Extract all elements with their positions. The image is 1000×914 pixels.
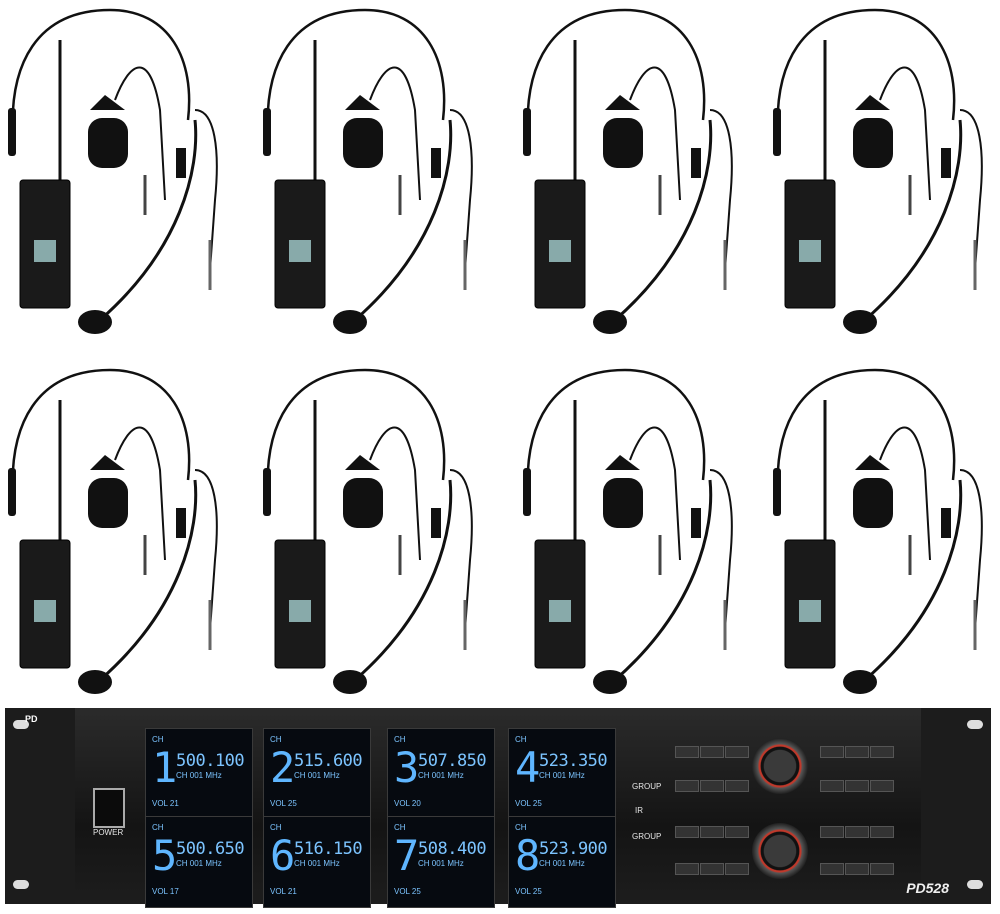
control-button[interactable] xyxy=(870,780,894,792)
channel-display: CH 6 516.150 CH 001 MHz VOL 21 xyxy=(263,816,371,908)
rack-ear-right xyxy=(921,708,991,904)
control-button[interactable] xyxy=(820,826,844,838)
channel-frequency: 516.150 xyxy=(294,839,363,859)
channel-volume: VOL 25 xyxy=(270,799,297,808)
channel-frequency: 500.100 xyxy=(176,751,245,771)
screw xyxy=(13,880,29,889)
rack-ear-left xyxy=(5,708,75,904)
channel-number: 5 xyxy=(152,831,178,880)
brand-logo: PD xyxy=(25,714,38,724)
control-button[interactable] xyxy=(725,780,749,792)
volume-knob-bottom[interactable] xyxy=(752,823,808,879)
channel-volume: VOL 25 xyxy=(394,887,421,896)
channel-display: CH 5 500.650 CH 001 MHz VOL 17 xyxy=(145,816,253,908)
channel-volume: VOL 25 xyxy=(515,887,542,896)
control-button[interactable] xyxy=(700,863,724,875)
channel-display: CH 7 508.400 CH 001 MHz VOL 25 xyxy=(387,816,495,908)
mic-kit-drawing xyxy=(8,368,218,694)
channel-number: 2 xyxy=(270,743,296,792)
channel-frequency: 515.600 xyxy=(294,751,363,771)
model-label: PD528 xyxy=(906,880,949,896)
control-button[interactable] xyxy=(870,826,894,838)
channel-display: CH 3 507.850 CH 001 MHz VOL 20 xyxy=(387,728,495,820)
control-button[interactable] xyxy=(675,746,699,758)
control-button[interactable] xyxy=(700,826,724,838)
mic-kit-drawing xyxy=(773,8,983,334)
channel-volume: VOL 21 xyxy=(270,887,297,896)
control-button[interactable] xyxy=(675,863,699,875)
channel-number: 6 xyxy=(270,831,296,880)
group-label: GROUP xyxy=(632,832,662,841)
channel-volume: VOL 25 xyxy=(515,799,542,808)
ir-label: IR xyxy=(635,806,643,815)
mic-kit-drawing xyxy=(523,8,733,334)
channel-frequency: 508.400 xyxy=(418,839,487,859)
mic-kit xyxy=(0,0,250,345)
mic-kit xyxy=(0,360,250,705)
channel-frequency: 523.900 xyxy=(539,839,608,859)
display-sub-label: CH 001 MHz xyxy=(176,859,222,868)
control-button[interactable] xyxy=(845,826,869,838)
screw xyxy=(967,720,983,729)
mic-kit xyxy=(255,360,505,705)
display-sub-label: CH 001 MHz xyxy=(294,771,340,780)
power-label: POWER xyxy=(93,828,124,837)
control-button[interactable] xyxy=(845,746,869,758)
display-sub-label: CH 001 MHz xyxy=(294,859,340,868)
mic-kit xyxy=(515,0,765,345)
channel-display: CH 1 500.100 CH 001 MHz VOL 21 xyxy=(145,728,253,820)
channel-volume: VOL 17 xyxy=(152,887,179,896)
mic-kit-drawing xyxy=(263,8,473,334)
channel-display: CH 8 523.900 CH 001 MHz VOL 25 xyxy=(508,816,616,908)
mic-kit-drawing xyxy=(263,368,473,694)
display-sub-label: CH 001 MHz xyxy=(418,859,464,868)
control-button[interactable] xyxy=(845,863,869,875)
control-button[interactable] xyxy=(675,826,699,838)
control-button[interactable] xyxy=(820,863,844,875)
mic-kit xyxy=(255,0,505,345)
control-button[interactable] xyxy=(725,863,749,875)
channel-frequency: 500.650 xyxy=(176,839,245,859)
control-button[interactable] xyxy=(725,746,749,758)
power-switch[interactable] xyxy=(93,788,125,828)
channel-frequency: 507.850 xyxy=(418,751,487,771)
mic-kit-drawing xyxy=(8,8,218,334)
control-button[interactable] xyxy=(700,780,724,792)
control-button[interactable] xyxy=(820,780,844,792)
mic-kit-drawing xyxy=(773,368,983,694)
display-sub-label: CH 001 MHz xyxy=(176,771,222,780)
channel-number: 7 xyxy=(394,831,420,880)
control-button[interactable] xyxy=(845,780,869,792)
channel-volume: VOL 20 xyxy=(394,799,421,808)
screw xyxy=(967,880,983,889)
mic-kit-drawing xyxy=(523,368,733,694)
mic-kit xyxy=(765,0,1000,345)
channel-number: 1 xyxy=(152,743,178,792)
mic-kit xyxy=(515,360,765,705)
control-button[interactable] xyxy=(675,780,699,792)
channel-number: 4 xyxy=(515,743,541,792)
control-button[interactable] xyxy=(870,863,894,875)
receiver-unit: PD POWER CH 1 500.100 CH 001 MHz VOL 21 C… xyxy=(5,708,991,908)
volume-knob-top[interactable] xyxy=(752,738,808,794)
control-button[interactable] xyxy=(725,826,749,838)
group-label: GROUP xyxy=(632,782,662,791)
channel-display: CH 4 523.350 CH 001 MHz VOL 25 xyxy=(508,728,616,820)
display-sub-label: CH 001 MHz xyxy=(418,771,464,780)
channel-volume: VOL 21 xyxy=(152,799,179,808)
display-sub-label: CH 001 MHz xyxy=(539,859,585,868)
control-button[interactable] xyxy=(870,746,894,758)
mic-kit xyxy=(765,360,1000,705)
display-sub-label: CH 001 MHz xyxy=(539,771,585,780)
control-button[interactable] xyxy=(700,746,724,758)
channel-number: 3 xyxy=(394,743,420,792)
channel-frequency: 523.350 xyxy=(539,751,608,771)
channel-display: CH 2 515.600 CH 001 MHz VOL 25 xyxy=(263,728,371,820)
channel-number: 8 xyxy=(515,831,541,880)
control-button[interactable] xyxy=(820,746,844,758)
